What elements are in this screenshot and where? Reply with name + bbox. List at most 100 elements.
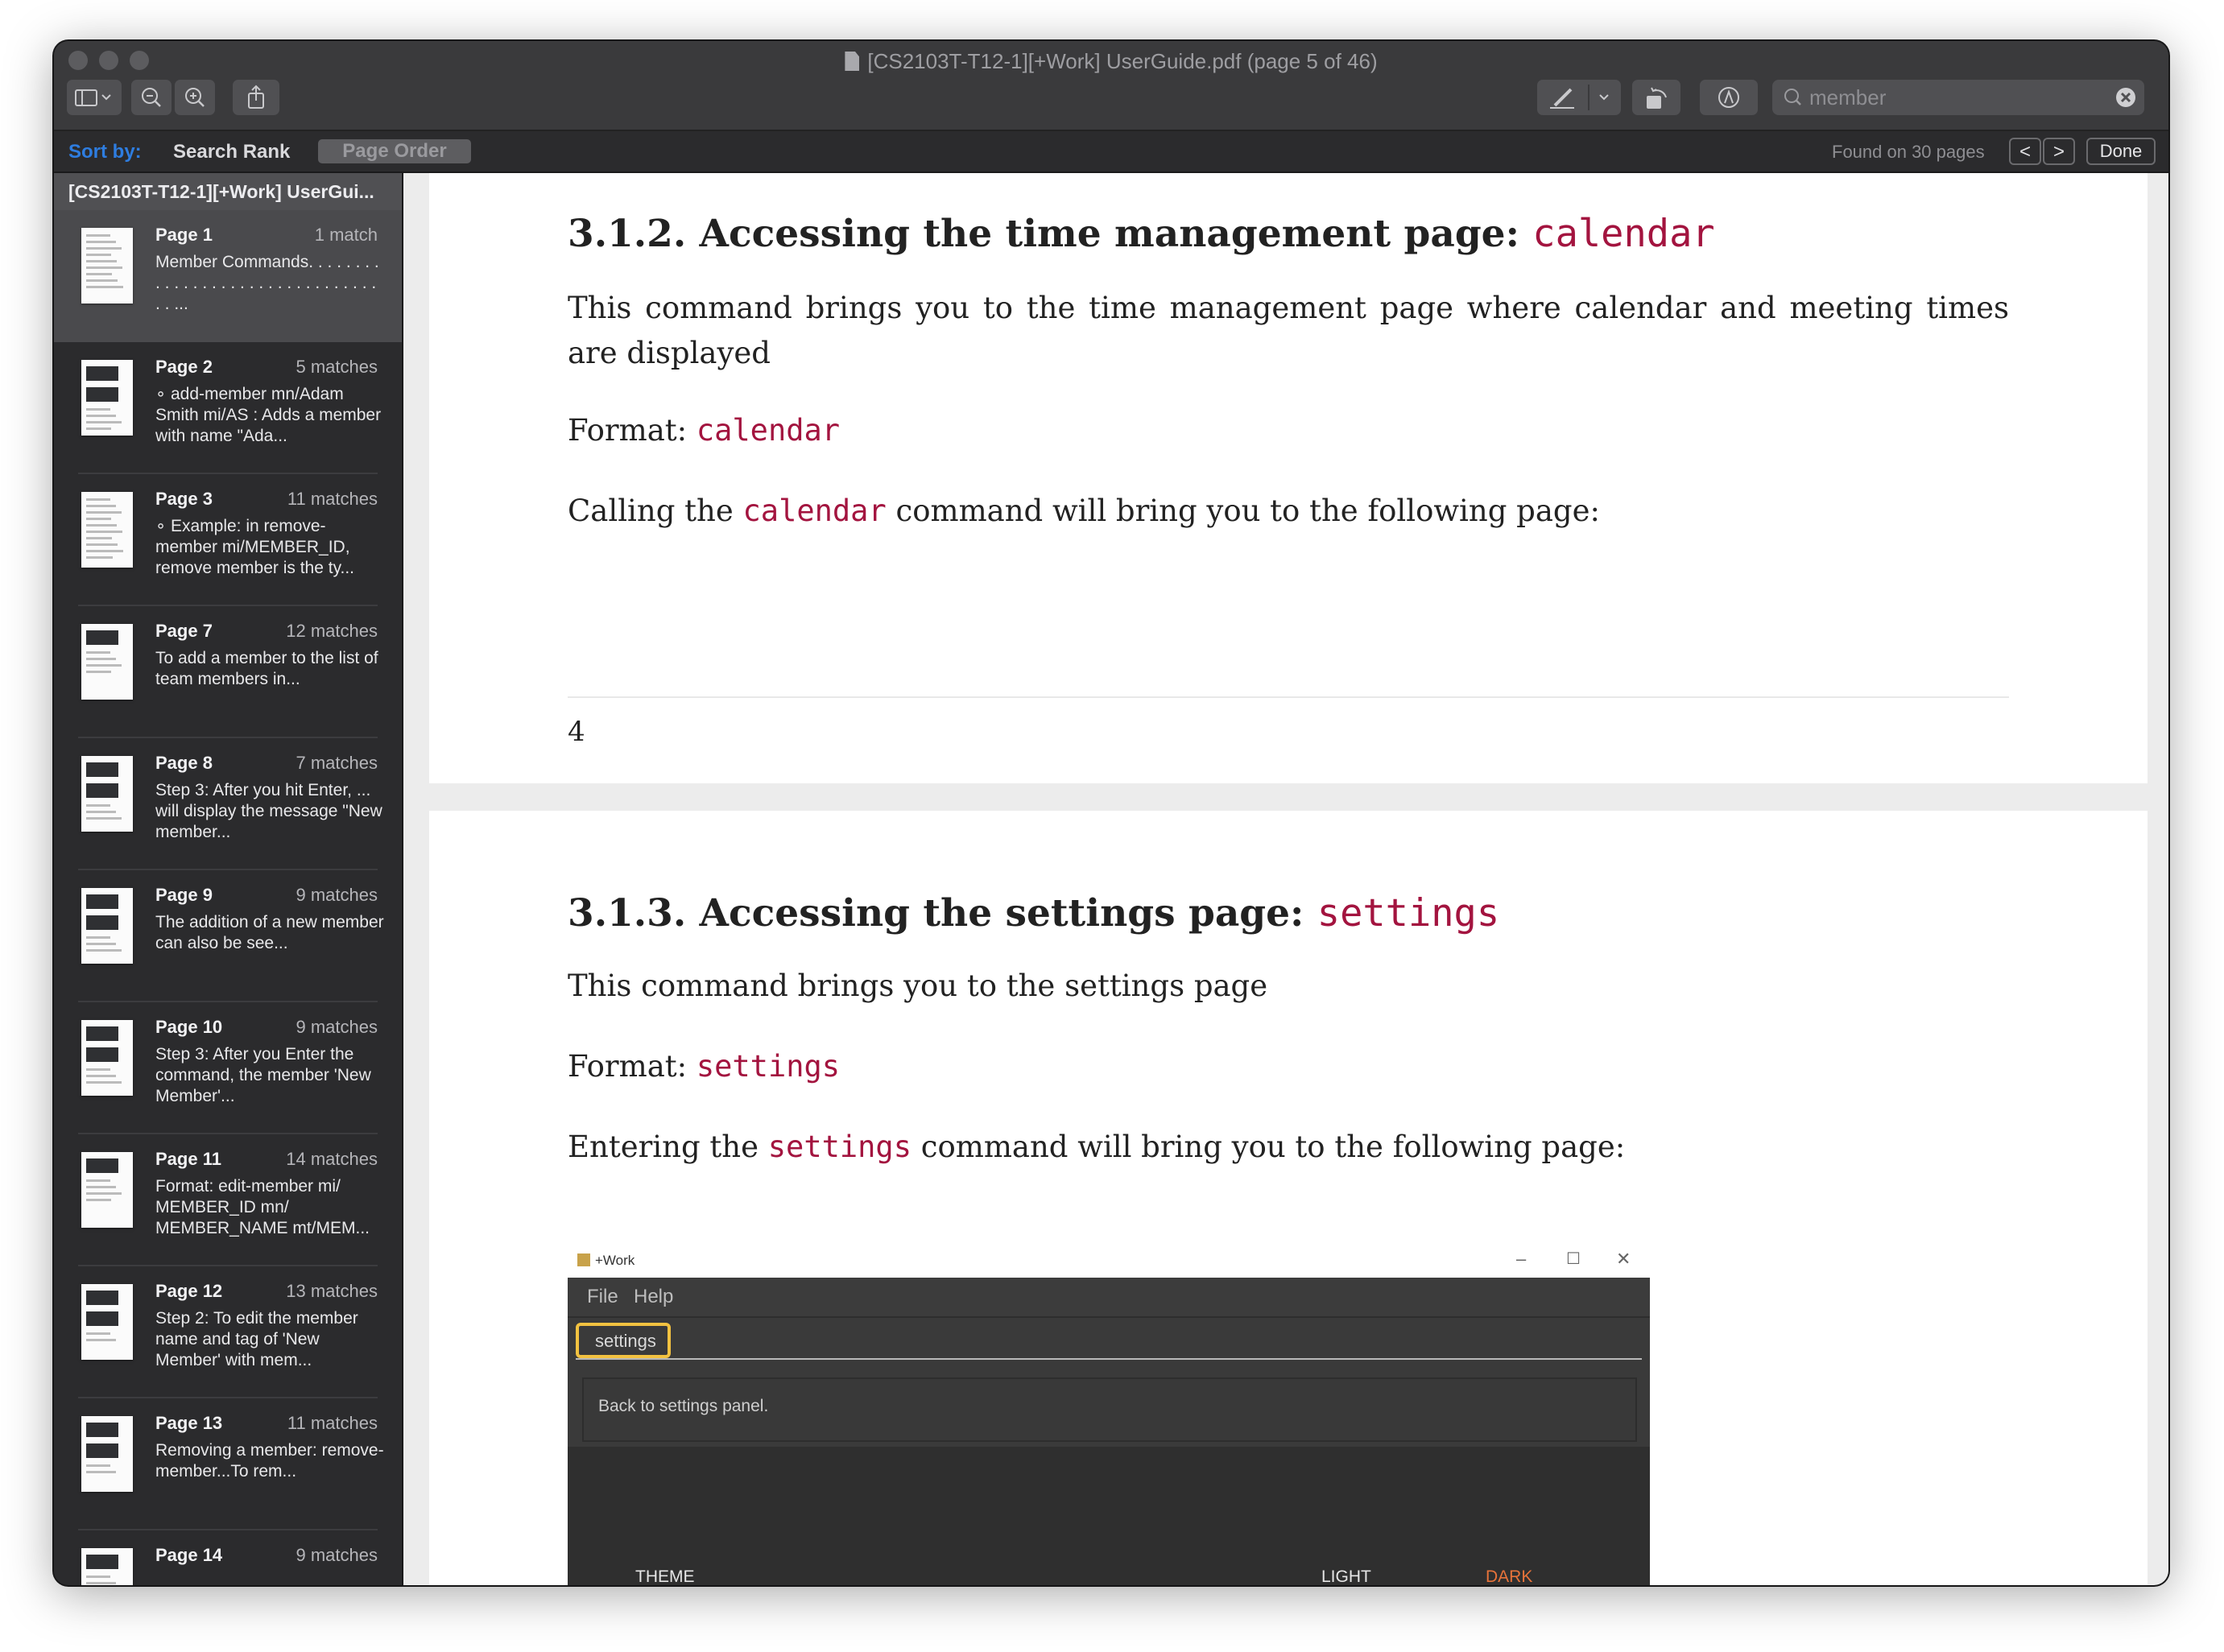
- search-result-item[interactable]: Page 12 13 matches Step 2: To edit the mem…: [54, 1266, 402, 1398]
- result-page-label: Page 2: [155, 357, 213, 377]
- search-result-item[interactable]: Page 2 5 matches ∘ add-member mn/Adam Smit…: [54, 342, 402, 474]
- search-result-item[interactable]: Page 14 9 matches: [54, 1530, 402, 1585]
- result-page-label: Page 7: [155, 621, 213, 641]
- app-menubar: File Help: [568, 1278, 1650, 1318]
- previous-match-button[interactable]: <: [2009, 138, 2041, 165]
- app-settings-panel: THEME LIGHT DARK: [568, 1447, 1650, 1585]
- search-result-item[interactable]: Page 8 7 matches Step 3: After you hit Ent…: [54, 738, 402, 870]
- theme-light-option: LIGHT: [1321, 1567, 1371, 1585]
- result-snippet: Format: edit-member mi/ MEMBER_ID mn/ ME…: [155, 1177, 370, 1237]
- section-heading-3-1-2: 3.1.2. Accessing the time management pag…: [568, 212, 1715, 256]
- page-thumbnail: [81, 360, 133, 436]
- preview-window: [CS2103T-T12-1][+Work] UserGuide.pdf (pa…: [54, 41, 2168, 1585]
- result-snippet: ∘ Example: in remove-member mi/MEMBER_ID…: [155, 517, 355, 577]
- search-result-item[interactable]: Page 7 12 matches To add a member to the l…: [54, 606, 402, 738]
- search-result-item[interactable]: Page 10 9 matches Step 3: After you Enter …: [54, 1002, 402, 1134]
- entering-text: Entering the: [568, 1130, 768, 1164]
- sort-search-rank-button[interactable]: Search Rank: [173, 141, 290, 163]
- format-label: Format:: [568, 413, 697, 448]
- heading-text: 3.1.2. Accessing the time management pag…: [568, 212, 1533, 256]
- page-thumbnail: [81, 1548, 133, 1585]
- format-line: Format: settings: [568, 1044, 840, 1089]
- section-heading-3-1-3: 3.1.3. Accessing the settings page: sett…: [568, 891, 1499, 935]
- found-pages-status: Found on 30 pages: [1832, 142, 1985, 162]
- page-thumbnail: [81, 1020, 133, 1096]
- heading-code: calendar: [1532, 212, 1715, 256]
- zoom-in-button[interactable]: [175, 80, 215, 115]
- page-thumbnail: [81, 1152, 133, 1228]
- title-toolbar: [CS2103T-T12-1][+Work] UserGuide.pdf (pa…: [54, 41, 2168, 131]
- page-thumbnail: [81, 228, 133, 304]
- maximize-icon: ☐: [1566, 1250, 1581, 1268]
- paragraph-description: This command brings you to the settings …: [568, 968, 1268, 1003]
- calling-text-end: command will bring you to the following …: [886, 494, 1600, 528]
- app-result-display: Back to settings panel.: [582, 1377, 1637, 1442]
- sort-page-order-button[interactable]: Page Order: [318, 139, 471, 163]
- rotate-button[interactable]: [1632, 80, 1680, 115]
- entering-code: settings: [767, 1130, 912, 1164]
- page-thumbnail: [81, 1416, 133, 1492]
- search-result-item[interactable]: Page 9 9 matches The addition of a new mem…: [54, 870, 402, 1002]
- search-sort-bar: Sort by: Search Rank Page Order Found on…: [54, 131, 2168, 173]
- chevron-down-icon: [1599, 94, 1609, 101]
- search-result-item[interactable]: Page 13 11 matches Removing a member: remo…: [54, 1398, 402, 1530]
- format-label: Format:: [568, 1049, 697, 1084]
- heading-code: settings: [1317, 891, 1500, 935]
- result-snippet: The addition of a new member can also be…: [155, 913, 384, 952]
- window-title: [CS2103T-T12-1][+Work] UserGuide.pdf (pa…: [54, 49, 2168, 74]
- result-match-count: 11 matches: [287, 1413, 378, 1433]
- format-line: Format: calendar: [568, 408, 840, 453]
- document-view[interactable]: 3.1.2. Accessing the time management pag…: [403, 173, 2168, 1585]
- app-menu-file: File: [587, 1286, 618, 1307]
- result-match-count: 9 matches: [296, 885, 378, 905]
- result-snippet: ∘ add-member mn/Adam Smith mi/AS : Adds …: [155, 385, 382, 445]
- result-snippet: Step 3: After you hit Enter, ... will di…: [155, 781, 382, 841]
- result-page-label: Page 11: [155, 1149, 221, 1169]
- result-match-count: 1 match: [314, 225, 378, 245]
- markup-pen-button[interactable]: [1537, 80, 1621, 115]
- minimize-icon: –: [1516, 1249, 1527, 1269]
- entering-line: Entering the settings command will bring…: [568, 1125, 1625, 1170]
- result-page-label: Page 9: [155, 885, 213, 905]
- result-match-count: 5 matches: [296, 357, 378, 377]
- sidebar-toggle-button[interactable]: [67, 80, 122, 115]
- markup-circle-icon: [1718, 87, 1739, 108]
- heading-text: 3.1.3. Accessing the settings page:: [568, 891, 1317, 935]
- search-result-item[interactable]: Page 11 14 matches Format: edit-member mi/…: [54, 1134, 402, 1266]
- search-result-item[interactable]: Page 3 11 matches ∘ Example: in remove-mem…: [54, 474, 402, 606]
- app-title: +Work: [595, 1253, 635, 1268]
- entering-text-end: command will bring you to the following …: [911, 1130, 1626, 1164]
- result-snippet: Step 2: To edit the member name and tag …: [155, 1309, 358, 1369]
- search-field[interactable]: member: [1772, 80, 2144, 115]
- result-match-count: 11 matches: [287, 489, 378, 509]
- share-icon: [248, 85, 264, 109]
- result-match-count: 7 matches: [296, 753, 378, 773]
- pdf-page-6: 3.1.3. Accessing the settings page: sett…: [429, 811, 2148, 1585]
- result-snippet: Removing a member: remove-member...To re…: [155, 1441, 384, 1481]
- format-code: settings: [696, 1049, 841, 1084]
- share-button[interactable]: [233, 80, 279, 115]
- footer-divider: [568, 696, 2009, 698]
- result-match-count: 14 matches: [286, 1149, 378, 1169]
- search-input[interactable]: member: [1809, 85, 1886, 110]
- clear-search-icon[interactable]: [2112, 80, 2139, 115]
- result-page-label: Page 12: [155, 1281, 223, 1301]
- app-menu-help: Help: [634, 1286, 674, 1307]
- result-page-label: Page 14: [155, 1545, 223, 1565]
- calling-code: calendar: [742, 494, 887, 528]
- theme-dark-option: DARK: [1486, 1567, 1533, 1585]
- result-page-label: Page 1: [155, 225, 213, 245]
- zoom-out-button[interactable]: [131, 80, 172, 115]
- result-match-count: 13 matches: [286, 1281, 378, 1301]
- sort-by-label: Sort by:: [68, 141, 142, 163]
- result-page-label: Page 8: [155, 753, 213, 773]
- next-match-button[interactable]: >: [2043, 138, 2075, 165]
- document-name-header: [CS2103T-T12-1][+Work] UserGui...: [54, 173, 402, 210]
- search-results-sidebar: [CS2103T-T12-1][+Work] UserGui... Page 1…: [54, 173, 403, 1585]
- pdf-document-icon: [845, 52, 860, 71]
- markup-toolbar-button[interactable]: [1700, 80, 1758, 115]
- done-button[interactable]: Done: [2086, 138, 2156, 165]
- calling-line: Calling the calendar command will bring …: [568, 489, 1600, 534]
- window-title-text: [CS2103T-T12-1][+Work] UserGuide.pdf (pa…: [867, 49, 1378, 73]
- search-result-item[interactable]: Page 1 1 match Member Commands. . . . . . …: [54, 210, 402, 342]
